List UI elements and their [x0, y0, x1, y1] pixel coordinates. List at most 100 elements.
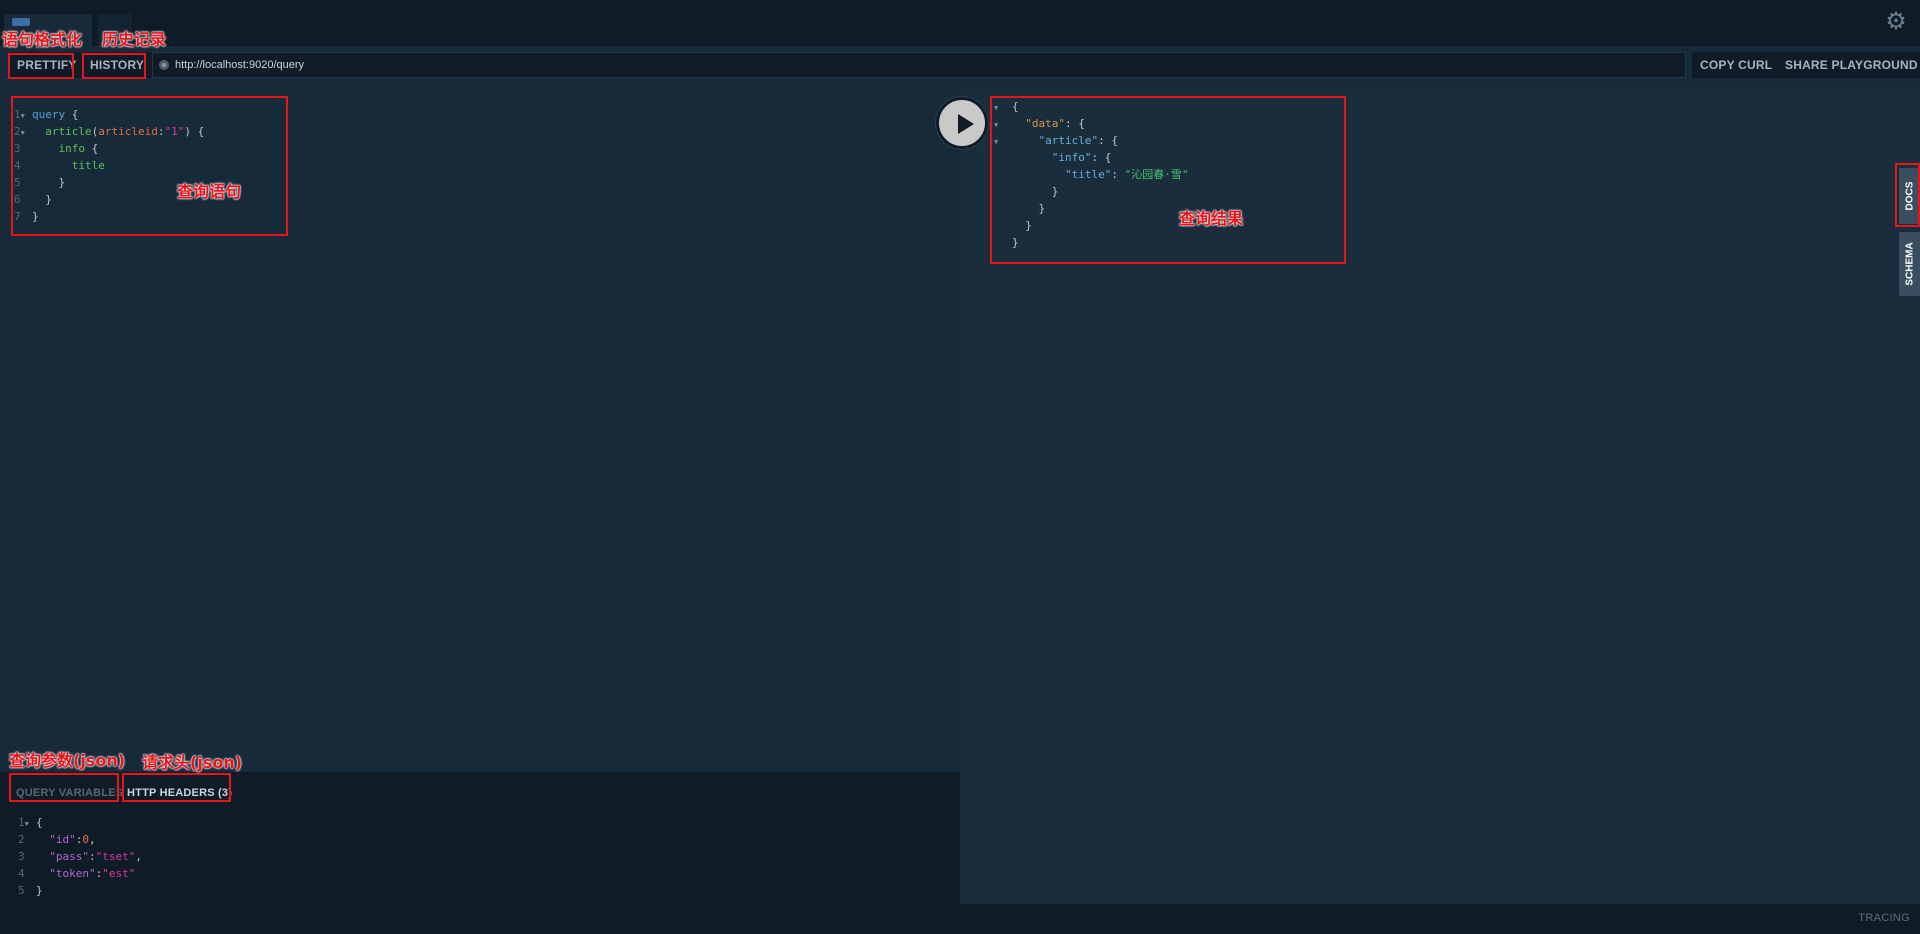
tab-icon: [12, 18, 30, 26]
code-line: 5}: [18, 882, 142, 899]
code-line: 1▼ {: [18, 814, 142, 831]
code-token: {: [1012, 100, 1019, 113]
code-token: }: [1012, 236, 1019, 249]
code-token: "est": [102, 867, 136, 880]
fold-arrow-icon[interactable]: ▼: [25, 820, 29, 828]
line-number: 6: [14, 191, 32, 208]
play-icon: [958, 114, 974, 134]
tracing-button[interactable]: TRACING: [1858, 912, 1910, 924]
code-token: query: [32, 108, 66, 121]
code-token: : {: [1091, 151, 1112, 164]
history-button[interactable]: HISTORY: [82, 52, 153, 78]
variables-pane: QUERY VARIABLES HTTP HEADERS (3) 1▼ {2 "i…: [0, 772, 960, 934]
prettify-button[interactable]: PRETTIFY: [9, 52, 85, 78]
code-token: :: [89, 850, 96, 863]
code-token: "title": [1064, 168, 1112, 181]
code-line: 2 "id":0,: [18, 831, 142, 848]
line-number-text: 6: [14, 193, 21, 206]
annotation-result: 查询结果: [1179, 209, 1244, 228]
code-line: 2▼ article(articleid:"1") {: [14, 123, 204, 140]
line-number: 7: [14, 208, 32, 225]
code-line: 6 }: [14, 191, 204, 208]
code-line: }: [994, 183, 1188, 200]
code-token: }: [1012, 202, 1046, 215]
schema-tab[interactable]: SCHEMA: [1899, 232, 1920, 296]
code-line: }: [994, 200, 1188, 217]
code-token: "data": [1025, 117, 1065, 130]
docs-tab[interactable]: DOCS: [1899, 168, 1920, 224]
code-token: "tset": [95, 850, 136, 863]
fold-arrow-icon[interactable]: ▼: [994, 138, 998, 146]
share-playground-button[interactable]: SHARE PLAYGROUND: [1777, 52, 1920, 78]
code-token: }: [32, 176, 66, 189]
code-token: }: [32, 210, 39, 223]
endpoint-url-input[interactable]: http://localhost:9020/query: [152, 52, 1686, 78]
code-token: "article": [1038, 134, 1099, 147]
code-line: 5 }: [14, 174, 204, 191]
status-dot-icon: [159, 60, 169, 70]
line-number-text: 3: [14, 142, 21, 155]
run-query-button[interactable]: [936, 97, 988, 149]
code-token: }: [36, 884, 43, 897]
code-line: }: [994, 234, 1188, 251]
fold-arrow-icon[interactable]: ▼: [994, 121, 998, 129]
code-token: {: [85, 142, 99, 155]
line-number: 2: [18, 831, 36, 848]
line-number-text: 2: [14, 125, 21, 138]
code-token: : {: [1065, 117, 1085, 130]
gear-icon[interactable]: ⚙: [1884, 10, 1908, 34]
code-token: article: [45, 125, 92, 138]
code-token: {: [65, 108, 79, 121]
code-token: ,: [89, 833, 96, 846]
annotation-prettify: 语句格式化: [2, 30, 83, 49]
fold-arrow-icon[interactable]: ▼: [21, 129, 25, 137]
line-number-text: 4: [14, 159, 21, 172]
line-number: 3: [18, 848, 36, 865]
code-token: 0: [82, 833, 89, 846]
code-line: ▼{: [994, 98, 1188, 115]
line-number-text: 5: [14, 176, 21, 189]
code-line: }: [994, 217, 1188, 234]
query-editor-pane[interactable]: 1▼ query {2▼ article(articleid:"1") {3 in…: [0, 88, 960, 772]
fold-arrow-icon[interactable]: ▼: [994, 104, 998, 112]
annotation-history: 历史记录: [102, 30, 167, 49]
code-line: 4 title: [14, 157, 204, 174]
variables-editor[interactable]: 1▼{2 "id":0, 3 "pass":"tset", 4 "token":"e…: [18, 814, 142, 899]
line-number: 4: [18, 865, 36, 882]
code-token: :: [1111, 168, 1125, 181]
code-token: }: [1012, 219, 1032, 232]
line-number-text: 5: [18, 884, 25, 897]
line-number: 4: [14, 157, 32, 174]
line-number-text: 1: [14, 108, 21, 121]
line-number-text: 3: [18, 850, 25, 863]
code-line: 3 "pass":"tset",: [18, 848, 142, 865]
code-token: }: [1012, 185, 1059, 198]
copy-curl-button[interactable]: COPY CURL: [1692, 52, 1781, 78]
schema-tab-label: SCHEMA: [1904, 242, 1915, 286]
code-line: ▼ "data": {: [994, 115, 1188, 132]
footer-bar: TRACING: [960, 904, 1920, 934]
code-line: 3 info {: [14, 140, 204, 157]
tab-http-headers[interactable]: HTTP HEADERS (3): [127, 780, 232, 806]
tab-query-variables[interactable]: QUERY VARIABLES: [16, 780, 123, 806]
line-number-text: 7: [14, 210, 21, 223]
code-token: "token": [49, 867, 96, 880]
code-token: : {: [1098, 134, 1118, 147]
fold-arrow-icon[interactable]: ▼: [21, 112, 25, 120]
code-token: ) {: [184, 125, 205, 138]
toolbar: PRETTIFY HISTORY http://localhost:9020/q…: [0, 46, 1920, 88]
code-token: }: [32, 193, 52, 206]
code-line: ▼ "article": {: [994, 132, 1188, 149]
code-line: 4 "token":"est": [18, 865, 142, 882]
code-line: 1▼ query {: [14, 106, 204, 123]
query-editor[interactable]: 1▼ query {2▼ article(articleid:"1") {3 in…: [14, 106, 204, 225]
code-line: 7}: [14, 208, 204, 225]
